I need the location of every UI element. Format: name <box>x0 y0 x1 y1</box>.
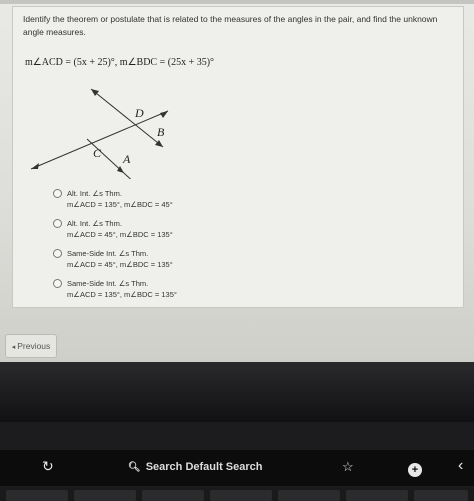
key <box>74 490 136 501</box>
label-b: B <box>157 125 165 139</box>
label-c: C <box>93 146 102 160</box>
geometry-figure: D B C A <box>30 88 169 179</box>
browser-screen: Identify the theorem or postulate that i… <box>0 0 474 362</box>
top-strip <box>0 0 474 4</box>
option-measures: m∠ACD = 45°, m∠BDC = 135° <box>67 230 173 239</box>
answer-option[interactable]: Alt. Int. ∠s Thm. m∠ACD = 135°, m∠BDC = … <box>53 187 433 217</box>
option-theorem: Same-Side Int. ∠s Thm. <box>67 249 149 258</box>
label-d: D <box>134 106 144 120</box>
chevron-left-icon: ◂ <box>11 344 16 351</box>
radio-button[interactable] <box>53 279 62 288</box>
touchbar-search[interactable]: 🔍︎ Search Default Search <box>128 461 262 473</box>
option-measures: m∠ACD = 45°, m∠BDC = 135° <box>67 260 173 269</box>
key <box>6 490 68 501</box>
option-theorem: Alt. Int. ∠s Thm. <box>67 189 122 198</box>
laptop-bezel <box>0 362 474 422</box>
option-theorem: Same-Side Int. ∠s Thm. <box>67 279 149 288</box>
option-measures: m∠ACD = 135°, m∠BDC = 135° <box>67 290 177 299</box>
radio-button[interactable] <box>53 219 62 228</box>
key <box>414 490 468 501</box>
angle-equation: m∠ACD = (5x + 25)°, m∠BDC = (25x + 35)° <box>25 57 215 68</box>
chevron-left-icon[interactable]: ‹ <box>458 457 463 475</box>
transversal-arrow-left <box>31 163 39 169</box>
star-icon[interactable]: ☆ <box>342 459 354 475</box>
transversal-line <box>30 110 169 170</box>
touch-bar: ↻ 🔍︎ Search Default Search ☆ + ‹ <box>0 450 474 486</box>
key <box>210 490 272 501</box>
question-card: Identify the theorem or postulate that i… <box>12 6 464 308</box>
label-a: A <box>122 152 131 166</box>
search-label: Search Default Search <box>145 461 263 473</box>
key <box>142 490 204 501</box>
new-tab-icon[interactable]: + <box>408 463 422 477</box>
option-theorem: Alt. Int. ∠s Thm. <box>67 219 122 228</box>
answer-options: Alt. Int. ∠s Thm. m∠ACD = 135°, m∠BDC = … <box>53 187 433 307</box>
refresh-icon[interactable]: ↻ <box>42 458 54 475</box>
answer-option[interactable]: Alt. Int. ∠s Thm. m∠ACD = 45°, m∠BDC = 1… <box>53 217 433 247</box>
radio-button[interactable] <box>53 189 62 198</box>
radio-button[interactable] <box>53 249 62 258</box>
answer-option[interactable]: Same-Side Int. ∠s Thm. m∠ACD = 45°, m∠BD… <box>53 247 433 277</box>
transversal-arrow-right <box>160 111 168 118</box>
previous-button[interactable]: ◂ Previous <box>5 334 57 358</box>
answer-option[interactable]: Same-Side Int. ∠s Thm. m∠ACD = 135°, m∠B… <box>53 277 433 307</box>
keyboard-row <box>0 488 474 501</box>
option-measures: m∠ACD = 135°, m∠BDC = 45° <box>67 200 173 209</box>
question-prompt: Identify the theorem or postulate that i… <box>23 14 438 37</box>
key <box>278 490 340 501</box>
previous-label: Previous <box>17 341 51 351</box>
search-icon: 🔍︎ <box>128 462 141 473</box>
key <box>346 490 408 501</box>
